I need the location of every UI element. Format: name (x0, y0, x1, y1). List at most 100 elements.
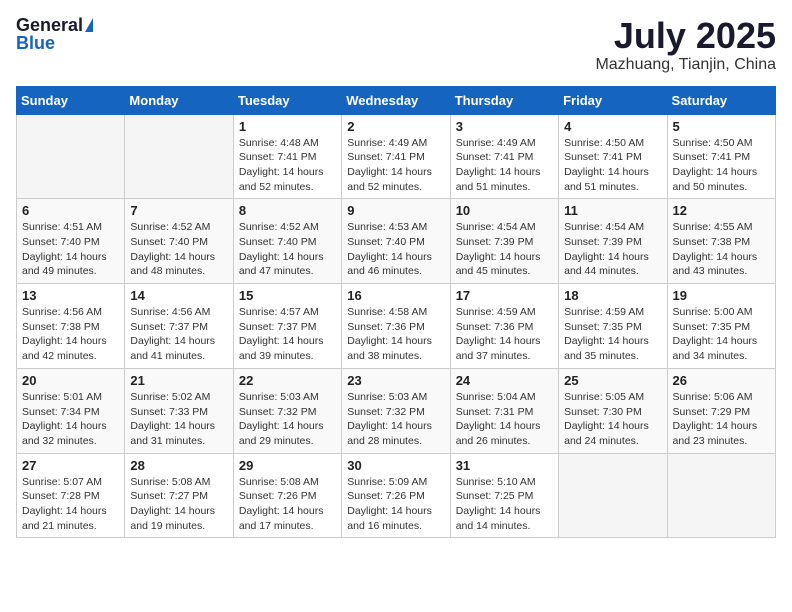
logo-general-text: General (16, 16, 83, 34)
header-row: Sunday Monday Tuesday Wednesday Thursday… (17, 86, 776, 114)
page-header: General Blue July 2025 Mazhuang, Tianjin… (16, 16, 776, 74)
calendar-cell: 3Sunrise: 4:49 AM Sunset: 7:41 PM Daylig… (450, 114, 558, 199)
day-number: 21 (130, 373, 227, 388)
day-info: Sunrise: 5:05 AM Sunset: 7:30 PM Dayligh… (564, 390, 661, 449)
calendar-cell: 20Sunrise: 5:01 AM Sunset: 7:34 PM Dayli… (17, 368, 125, 453)
day-number: 11 (564, 203, 661, 218)
calendar-cell: 23 Sunrise: 5:03 AM Sunset: 7:32 PM Dayli… (342, 368, 450, 453)
day-info: Sunrise: 4:50 AM Sunset: 7:41 PM Dayligh… (564, 136, 661, 195)
day-info: Sunrise: 4:57 AM Sunset: 7:37 PM Dayligh… (239, 305, 336, 364)
day-number: 12 (673, 203, 770, 218)
calendar-cell (17, 114, 125, 199)
day-info: Sunrise: 4:52 AM Sunset: 7:40 PM Dayligh… (239, 220, 336, 279)
calendar-cell: 24 Sunrise: 5:04 AM Sunset: 7:31 PM Dayli… (450, 368, 558, 453)
calendar-cell: 13 Sunrise: 4:56 AM Sunset: 7:38 PM Dayli… (17, 284, 125, 369)
col-sunday: Sunday (17, 86, 125, 114)
day-info: Sunrise: 5:02 AM Sunset: 7:33 PM Dayligh… (130, 390, 227, 449)
day-number: 23 (347, 373, 444, 388)
calendar-cell (667, 453, 775, 538)
calendar-week-3: 13 Sunrise: 4:56 AM Sunset: 7:38 PM Dayli… (17, 284, 776, 369)
day-info: Sunrise: 4:56 AM Sunset: 7:38 PM Dayligh… (22, 305, 119, 364)
day-number: 5 (673, 119, 770, 134)
title-area: July 2025 Mazhuang, Tianjin, China (595, 16, 776, 74)
day-info: Sunrise: 4:56 AM Sunset: 7:37 PM Dayligh… (130, 305, 227, 364)
day-info: Sunrise: 4:49 AM Sunset: 7:41 PM Dayligh… (347, 136, 444, 195)
calendar-cell: 21 Sunrise: 5:02 AM Sunset: 7:33 PM Dayli… (125, 368, 233, 453)
day-info: Sunrise: 5:01 AM Sunset: 7:34 PM Dayligh… (22, 390, 119, 449)
calendar-cell: 8 Sunrise: 4:52 AM Sunset: 7:40 PM Daylig… (233, 199, 341, 284)
calendar-cell: 10 Sunrise: 4:54 AM Sunset: 7:39 PM Dayli… (450, 199, 558, 284)
calendar-cell: 17Sunrise: 4:59 AM Sunset: 7:36 PM Dayli… (450, 284, 558, 369)
day-info: Sunrise: 4:54 AM Sunset: 7:39 PM Dayligh… (456, 220, 553, 279)
day-info: Sunrise: 5:03 AM Sunset: 7:32 PM Dayligh… (347, 390, 444, 449)
calendar-cell: 6Sunrise: 4:51 AM Sunset: 7:40 PM Daylig… (17, 199, 125, 284)
calendar-cell: 5 Sunrise: 4:50 AM Sunset: 7:41 PM Daylig… (667, 114, 775, 199)
day-info: Sunrise: 5:04 AM Sunset: 7:31 PM Dayligh… (456, 390, 553, 449)
calendar-header: Sunday Monday Tuesday Wednesday Thursday… (17, 86, 776, 114)
calendar-cell: 25 Sunrise: 5:05 AM Sunset: 7:30 PM Dayli… (559, 368, 667, 453)
col-monday: Monday (125, 86, 233, 114)
day-info: Sunrise: 5:06 AM Sunset: 7:29 PM Dayligh… (673, 390, 770, 449)
calendar-cell: 22 Sunrise: 5:03 AM Sunset: 7:32 PM Dayli… (233, 368, 341, 453)
day-number: 30 (347, 458, 444, 473)
calendar-cell: 18 Sunrise: 4:59 AM Sunset: 7:35 PM Dayli… (559, 284, 667, 369)
calendar-cell (559, 453, 667, 538)
day-number: 4 (564, 119, 661, 134)
day-number: 24 (456, 373, 553, 388)
location-title: Mazhuang, Tianjin, China (595, 56, 776, 74)
logo: General Blue (16, 16, 93, 52)
day-info: Sunrise: 4:48 AM Sunset: 7:41 PM Dayligh… (239, 136, 336, 195)
day-number: 28 (130, 458, 227, 473)
day-number: 25 (564, 373, 661, 388)
calendar-cell (125, 114, 233, 199)
calendar-cell: 15 Sunrise: 4:57 AM Sunset: 7:37 PM Dayli… (233, 284, 341, 369)
calendar-cell: 19 Sunrise: 5:00 AM Sunset: 7:35 PM Dayli… (667, 284, 775, 369)
calendar-cell: 9Sunrise: 4:53 AM Sunset: 7:40 PM Daylig… (342, 199, 450, 284)
day-info: Sunrise: 4:49 AM Sunset: 7:41 PM Dayligh… (456, 136, 553, 195)
day-info: Sunrise: 4:51 AM Sunset: 7:40 PM Dayligh… (22, 220, 119, 279)
day-info: Sunrise: 5:08 AM Sunset: 7:27 PM Dayligh… (130, 475, 227, 534)
day-number: 13 (22, 288, 119, 303)
day-number: 18 (564, 288, 661, 303)
day-info: Sunrise: 5:10 AM Sunset: 7:25 PM Dayligh… (456, 475, 553, 534)
day-info: Sunrise: 5:08 AM Sunset: 7:26 PM Dayligh… (239, 475, 336, 534)
col-thursday: Thursday (450, 86, 558, 114)
day-number: 10 (456, 203, 553, 218)
day-info: Sunrise: 4:52 AM Sunset: 7:40 PM Dayligh… (130, 220, 227, 279)
day-number: 8 (239, 203, 336, 218)
calendar-table: Sunday Monday Tuesday Wednesday Thursday… (16, 86, 776, 539)
day-number: 29 (239, 458, 336, 473)
day-number: 7 (130, 203, 227, 218)
calendar-cell: 14 Sunrise: 4:56 AM Sunset: 7:37 PM Dayli… (125, 284, 233, 369)
day-info: Sunrise: 4:59 AM Sunset: 7:35 PM Dayligh… (564, 305, 661, 364)
calendar-week-5: 27Sunrise: 5:07 AM Sunset: 7:28 PM Dayli… (17, 453, 776, 538)
calendar-week-1: 1 Sunrise: 4:48 AM Sunset: 7:41 PM Daylig… (17, 114, 776, 199)
day-number: 22 (239, 373, 336, 388)
day-number: 15 (239, 288, 336, 303)
day-info: Sunrise: 5:07 AM Sunset: 7:28 PM Dayligh… (22, 475, 119, 534)
day-info: Sunrise: 5:00 AM Sunset: 7:35 PM Dayligh… (673, 305, 770, 364)
calendar-cell: 7 Sunrise: 4:52 AM Sunset: 7:40 PM Daylig… (125, 199, 233, 284)
col-friday: Friday (559, 86, 667, 114)
calendar-cell: 26 Sunrise: 5:06 AM Sunset: 7:29 PM Dayli… (667, 368, 775, 453)
calendar-cell: 11 Sunrise: 4:54 AM Sunset: 7:39 PM Dayli… (559, 199, 667, 284)
calendar-week-2: 6Sunrise: 4:51 AM Sunset: 7:40 PM Daylig… (17, 199, 776, 284)
day-number: 31 (456, 458, 553, 473)
day-number: 26 (673, 373, 770, 388)
col-tuesday: Tuesday (233, 86, 341, 114)
day-number: 16 (347, 288, 444, 303)
logo-blue-text: Blue (16, 34, 55, 52)
calendar-cell: 29 Sunrise: 5:08 AM Sunset: 7:26 PM Dayli… (233, 453, 341, 538)
calendar-cell: 2Sunrise: 4:49 AM Sunset: 7:41 PM Daylig… (342, 114, 450, 199)
day-info: Sunrise: 4:53 AM Sunset: 7:40 PM Dayligh… (347, 220, 444, 279)
logo-triangle-icon (85, 18, 93, 32)
day-info: Sunrise: 4:50 AM Sunset: 7:41 PM Dayligh… (673, 136, 770, 195)
day-info: Sunrise: 4:54 AM Sunset: 7:39 PM Dayligh… (564, 220, 661, 279)
col-wednesday: Wednesday (342, 86, 450, 114)
day-info: Sunrise: 5:03 AM Sunset: 7:32 PM Dayligh… (239, 390, 336, 449)
day-number: 14 (130, 288, 227, 303)
calendar-cell: 16Sunrise: 4:58 AM Sunset: 7:36 PM Dayli… (342, 284, 450, 369)
day-number: 19 (673, 288, 770, 303)
day-info: Sunrise: 5:09 AM Sunset: 7:26 PM Dayligh… (347, 475, 444, 534)
day-number: 1 (239, 119, 336, 134)
